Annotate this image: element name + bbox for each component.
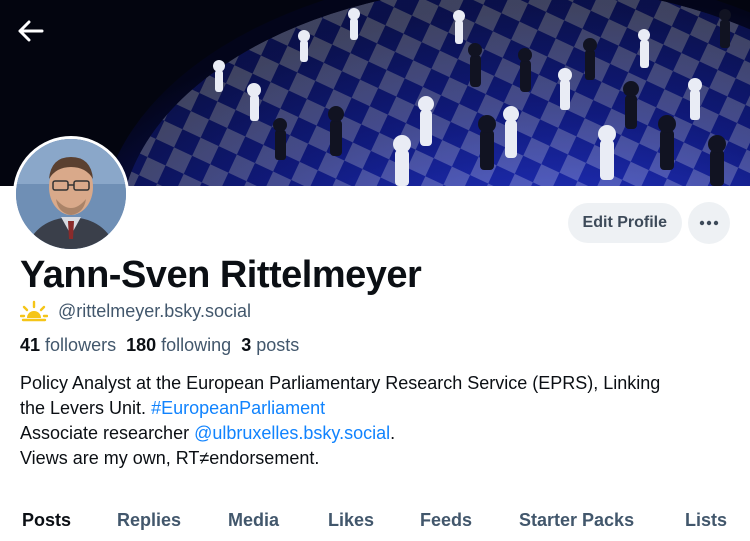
bio-line-3-end: .: [390, 423, 396, 443]
handle-text[interactable]: @rittelmeyer.bsky.social: [58, 301, 251, 322]
edit-profile-button[interactable]: Edit Profile: [567, 203, 682, 243]
mention-link[interactable]: @ulbruxelles.bsky.social: [194, 423, 390, 443]
profile-stats: 41 followers 180 following 3 posts: [20, 335, 299, 356]
tab-replies[interactable]: Replies: [117, 510, 181, 531]
followers-count: 41: [20, 335, 41, 355]
bio-line-3-text: Associate researcher: [20, 423, 195, 443]
following-count: 180: [126, 335, 157, 355]
tab-posts[interactable]: Posts: [22, 510, 71, 531]
posts-count: 3: [241, 335, 252, 355]
followers-link[interactable]: 41 followers: [20, 335, 116, 356]
tab-lists[interactable]: Lists: [685, 510, 727, 531]
display-name: Yann-Sven Rittelmeyer: [20, 254, 422, 296]
profile-photo: [16, 139, 126, 249]
ellipsis-icon: [699, 220, 719, 226]
sunrise-icon: [20, 300, 48, 322]
profile-bio: Policy Analyst at the European Parliamen…: [20, 371, 740, 471]
posts-label: posts: [256, 335, 300, 355]
profile-actions: Edit Profile: [567, 202, 730, 244]
following-link[interactable]: 180 following: [126, 335, 231, 356]
handle-row: @rittelmeyer.bsky.social: [20, 300, 251, 322]
tab-starter-packs[interactable]: Starter Packs: [519, 510, 634, 531]
bio-line-4: Views are my own, RT≠endorsement.: [20, 448, 320, 468]
arrow-left-icon: [18, 20, 44, 42]
avatar[interactable]: [13, 136, 129, 252]
bio-line-1: Policy Analyst at the European Parliamen…: [20, 373, 661, 393]
bio-line-3: Associate researcher @ulbruxelles.bsky.s…: [20, 421, 740, 446]
tab-likes[interactable]: Likes: [328, 510, 374, 531]
tab-feeds[interactable]: Feeds: [420, 510, 472, 531]
profile-tabs: Posts Replies Media Likes Feeds Starter …: [0, 500, 750, 541]
bio-line-2-text: the Levers Unit.: [20, 398, 152, 418]
back-button[interactable]: [12, 12, 50, 50]
following-label: following: [161, 335, 232, 355]
tab-media[interactable]: Media: [228, 510, 279, 531]
bio-line-2: the Levers Unit. #EuropeanParliament: [20, 396, 740, 421]
posts-count-stat: 3 posts: [241, 335, 299, 356]
followers-label: followers: [45, 335, 117, 355]
more-options-button[interactable]: [688, 202, 730, 244]
hashtag-link[interactable]: #EuropeanParliament: [151, 398, 325, 418]
